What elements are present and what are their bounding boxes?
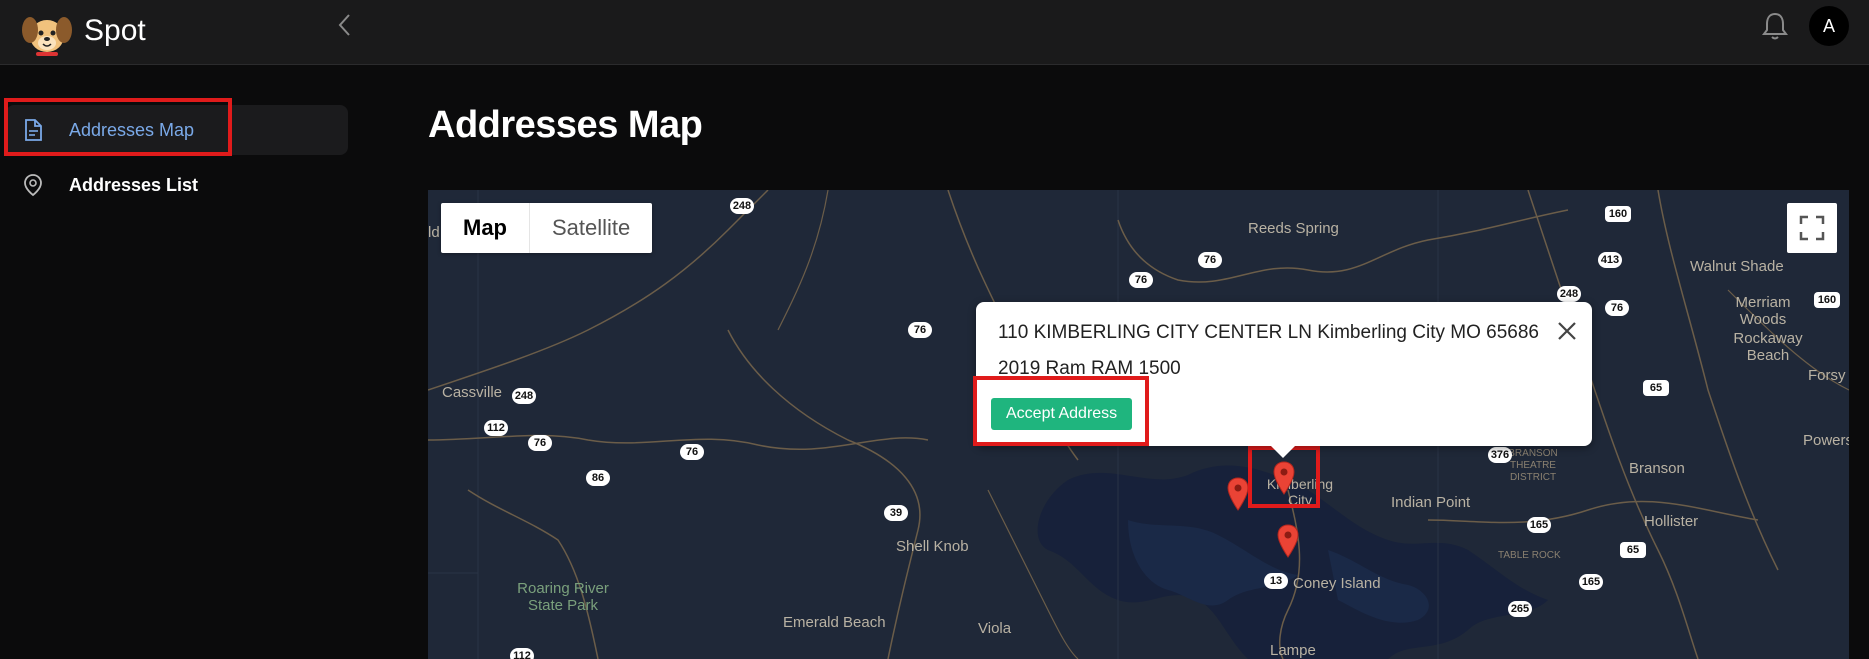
route-shield: 86 <box>586 470 610 486</box>
map-label-merriam-woods: Merriam Woods <box>1735 294 1791 328</box>
map-label-kimberling-city: Kimberling City <box>1266 476 1334 508</box>
map-label-viola: Viola <box>978 620 1012 637</box>
route-shield: 76 <box>908 322 932 338</box>
accept-address-button[interactable]: Accept Address <box>991 398 1133 430</box>
map-marker-pin-icon[interactable] <box>1227 477 1249 511</box>
map-marker-pin-icon[interactable] <box>1273 461 1295 495</box>
map-view[interactable]: ld Reeds Spring Walnut Shade Merriam Woo… <box>428 190 1849 659</box>
map-label-coney-island: Coney Island <box>1293 575 1381 592</box>
map-label-lampe: Lampe <box>1270 642 1316 659</box>
map-label-powersite: Powers <box>1803 432 1849 449</box>
map-label-edge: ld <box>428 224 440 241</box>
address-info-popup: 110 KIMBERLING CITY CENTER LN Kimberling… <box>976 302 1592 446</box>
route-shield: 112 <box>484 420 508 436</box>
route-shield: 248 <box>730 198 754 214</box>
route-shield: 65 <box>1643 380 1669 396</box>
map-marker-pin-icon[interactable] <box>1277 524 1299 558</box>
map-label-branson: Branson <box>1629 460 1685 477</box>
route-shield: 13 <box>1264 573 1288 589</box>
collapse-sidebar-chevron-icon[interactable] <box>330 10 360 40</box>
route-shield: 112 <box>510 648 534 659</box>
popup-vehicle: 2019 Ram RAM 1500 <box>998 358 1181 379</box>
route-shield: 160 <box>1814 292 1840 308</box>
map-label-cassville: Cassville <box>442 384 503 401</box>
map-label-roaring-river: Roaring River State Park <box>517 580 609 614</box>
route-shield: 165 <box>1579 574 1603 590</box>
page-title: Addresses Map <box>428 104 703 146</box>
sidebar-item-addresses-map[interactable]: Addresses Map <box>6 105 348 155</box>
route-shield: 376 <box>1488 447 1512 463</box>
map-type-toggle: Map Satellite <box>441 203 653 253</box>
user-avatar[interactable]: A <box>1809 6 1849 46</box>
sidebar-item-addresses-list[interactable]: Addresses List <box>6 160 348 210</box>
sidebar-item-label: Addresses List <box>69 174 199 195</box>
notification-bell-icon[interactable] <box>1760 10 1790 42</box>
map-label-emerald-beach: Emerald Beach <box>783 614 886 631</box>
fullscreen-button[interactable] <box>1787 203 1837 253</box>
route-shield: 76 <box>680 444 704 460</box>
fullscreen-icon <box>1799 215 1825 241</box>
route-shield: 76 <box>1605 300 1629 316</box>
popup-address: 110 KIMBERLING CITY CENTER LN Kimberling… <box>998 322 1539 343</box>
app-name: Spot <box>84 14 146 47</box>
route-shield: 413 <box>1598 252 1622 268</box>
route-shield: 160 <box>1605 206 1631 222</box>
map-label-indian-point: Indian Point <box>1391 494 1471 511</box>
location-pin-icon <box>24 174 42 197</box>
route-shield: 265 <box>1508 601 1532 617</box>
dog-logo-icon <box>22 17 72 56</box>
map-label-rockaway-beach: Rockaway Beach <box>1733 330 1803 364</box>
route-shield: 76 <box>1129 272 1153 288</box>
map-type-satellite-button[interactable]: Satellite <box>530 203 652 253</box>
route-shield: 76 <box>528 435 552 451</box>
route-shield: 65 <box>1620 542 1646 558</box>
top-bar: Spot A <box>0 0 1869 65</box>
sidebar: Addresses Map Addresses List <box>0 66 360 659</box>
route-shield: 165 <box>1527 517 1551 533</box>
map-label-reeds-spring: Reeds Spring <box>1248 220 1339 237</box>
map-type-map-button[interactable]: Map <box>441 203 530 253</box>
route-shield: 248 <box>1557 286 1581 302</box>
map-label-forsyth: Forsy <box>1808 367 1846 384</box>
route-shield: 76 <box>1198 252 1222 268</box>
route-shield: 39 <box>884 505 908 521</box>
sidebar-item-label: Addresses Map <box>69 119 195 140</box>
map-label-table-rock: TABLE ROCK <box>1498 550 1561 561</box>
route-shield: 248 <box>512 388 536 404</box>
document-icon <box>25 119 42 141</box>
map-label-walnut-shade: Walnut Shade <box>1690 258 1784 275</box>
map-label-shell-knob: Shell Knob <box>896 538 969 555</box>
map-label-hollister: Hollister <box>1644 513 1699 530</box>
close-icon[interactable] <box>1554 318 1580 344</box>
popup-tail <box>1271 446 1295 458</box>
